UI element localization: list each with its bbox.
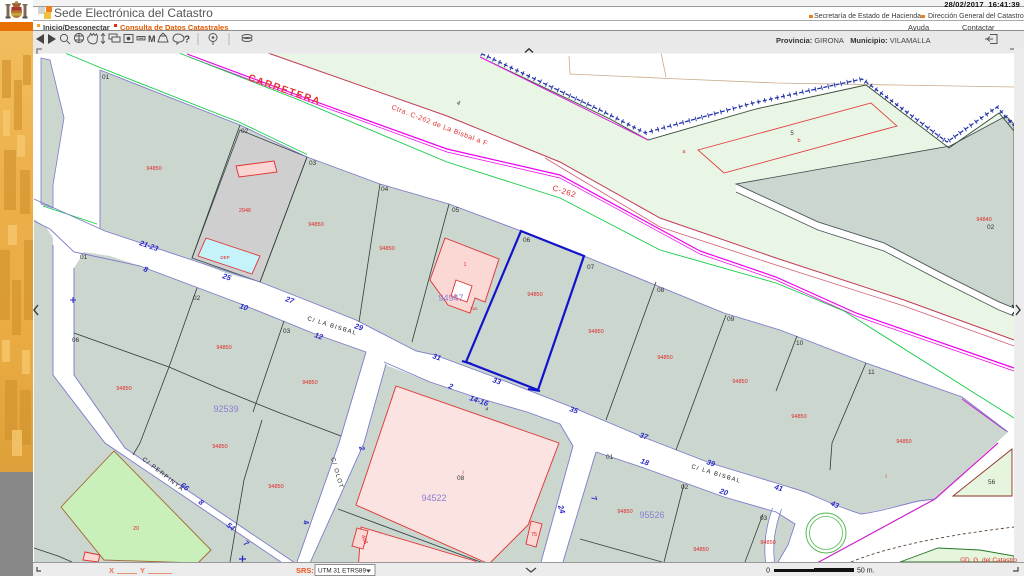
svg-text:94850: 94850 [657, 355, 672, 361]
svg-text:94850: 94850 [760, 540, 775, 546]
svg-text:94850: 94850 [216, 345, 231, 351]
svg-text:02: 02 [241, 128, 249, 135]
svg-text:03: 03 [309, 160, 317, 167]
svg-text:08: 08 [457, 475, 465, 482]
svg-text:94850: 94850 [693, 547, 708, 553]
svg-text:03: 03 [283, 328, 291, 335]
svg-text:94850: 94850 [617, 509, 632, 515]
svg-text:b: b [797, 138, 800, 144]
svg-text:i: i [885, 474, 886, 480]
svg-text:06: 06 [523, 237, 531, 244]
svg-text:94850: 94850 [302, 380, 317, 386]
svg-text:56: 56 [988, 479, 996, 486]
svg-text:0: 0 [766, 568, 770, 575]
svg-text:?: ? [184, 35, 190, 46]
svg-text:kos: kos [470, 306, 478, 311]
svg-text:1: 1 [464, 262, 467, 268]
svg-text:94947: 94947 [438, 293, 463, 303]
svg-text:02: 02 [681, 484, 689, 491]
svg-text:94850: 94850 [379, 246, 394, 252]
svg-text:03: 03 [760, 515, 768, 522]
svg-text:94850: 94850 [268, 484, 283, 490]
svg-text:10: 10 [796, 340, 804, 347]
svg-text:94850: 94850 [308, 222, 323, 228]
svg-text:04: 04 [381, 186, 389, 193]
svg-text:01: 01 [80, 254, 88, 261]
svg-text:94850: 94850 [146, 166, 161, 172]
svg-text:X: X [109, 566, 114, 575]
svg-text:94850: 94850 [588, 329, 603, 335]
svg-text:94850: 94850 [212, 444, 227, 450]
svg-text:94850: 94850 [896, 439, 911, 445]
svg-text:M: M [148, 34, 156, 44]
svg-text:02: 02 [193, 295, 201, 302]
svg-text:75: 75 [531, 532, 537, 538]
svg-text:09: 09 [727, 316, 735, 323]
svg-text:94850: 94850 [791, 414, 806, 420]
svg-text:92539: 92539 [213, 404, 238, 414]
svg-text:11: 11 [868, 369, 875, 376]
svg-text:06: 06 [72, 337, 80, 344]
svg-text:94850: 94850 [732, 379, 747, 385]
svg-text:94840: 94840 [976, 217, 991, 223]
svg-text:50 m.: 50 m. [857, 568, 875, 575]
svg-text:94850: 94850 [116, 386, 131, 392]
svg-text:2946: 2946 [239, 208, 251, 214]
svg-text:01: 01 [102, 74, 110, 81]
svg-text:95526: 95526 [639, 510, 664, 520]
svg-text:01: 01 [606, 454, 614, 461]
svg-text:94850: 94850 [527, 292, 542, 298]
svg-text:SRS:: SRS: [296, 566, 314, 575]
svg-text:20: 20 [133, 526, 139, 532]
svg-text:Y: Y [140, 566, 145, 575]
svg-text:UTM 31 ETRS89: UTM 31 ETRS89 [318, 568, 366, 575]
svg-text:08: 08 [657, 287, 665, 294]
svg-text:DEP: DEP [220, 255, 229, 260]
svg-text:05: 05 [452, 207, 460, 214]
svg-text:02: 02 [987, 224, 995, 231]
svg-text:94522: 94522 [421, 493, 446, 503]
svg-text:07: 07 [587, 264, 595, 271]
